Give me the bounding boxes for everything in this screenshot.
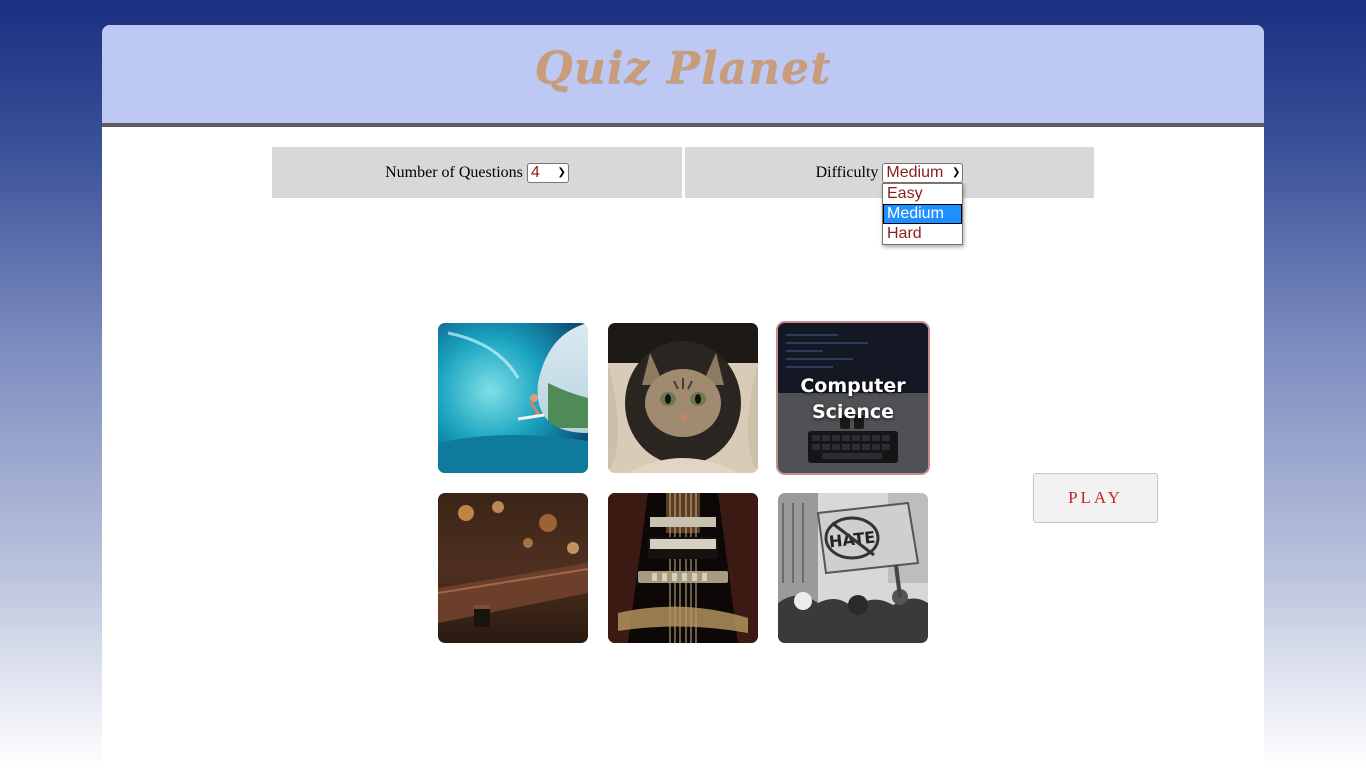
bar-counter-image bbox=[438, 493, 588, 643]
category-label-line2: Science bbox=[811, 401, 895, 423]
protest-sign-image: HATE bbox=[778, 493, 928, 643]
difficulty-select[interactable]: Medium ❯ bbox=[882, 162, 964, 183]
category-tile-music[interactable] bbox=[608, 493, 758, 643]
category-label: Computer Science bbox=[778, 373, 928, 425]
play-button[interactable]: PLAY bbox=[1033, 473, 1158, 523]
quiz-panel: Quiz Planet Number of Questions 4 ❯ Diff… bbox=[102, 25, 1264, 768]
difficulty-option-easy[interactable]: Easy bbox=[883, 184, 962, 204]
site-header: Quiz Planet bbox=[102, 25, 1264, 127]
chevron-down-icon: ❯ bbox=[952, 167, 961, 178]
questions-select[interactable]: 4 ❯ bbox=[526, 162, 569, 183]
guitar-strings-image bbox=[608, 493, 758, 643]
category-tile-bar[interactable] bbox=[438, 493, 588, 643]
category-tile-surf[interactable] bbox=[438, 323, 588, 473]
kitten-image bbox=[608, 323, 758, 473]
difficulty-dropdown: Easy Medium Hard bbox=[882, 183, 963, 245]
questions-label: Number of Questions bbox=[385, 163, 523, 181]
difficulty-option-medium[interactable]: Medium bbox=[883, 204, 962, 224]
chevron-down-icon: ❯ bbox=[557, 167, 566, 178]
category-label-line1: Computer bbox=[800, 375, 906, 397]
questions-select-value: 4 bbox=[530, 163, 540, 181]
category-tile-politics[interactable]: HATE bbox=[778, 493, 928, 643]
questions-option: Number of Questions 4 ❯ bbox=[272, 147, 682, 198]
category-tile-computer-science[interactable]: Computer Science bbox=[778, 323, 928, 473]
options-bar: Number of Questions 4 ❯ Difficulty Mediu… bbox=[272, 147, 1094, 198]
category-tile-animals[interactable] bbox=[608, 323, 758, 473]
difficulty-select-value: Medium bbox=[886, 163, 944, 181]
site-title: Quiz Planet bbox=[534, 43, 832, 94]
difficulty-option-hard[interactable]: Hard bbox=[883, 224, 962, 244]
surfing-wave-image bbox=[438, 323, 588, 473]
difficulty-label: Difficulty bbox=[815, 163, 879, 181]
